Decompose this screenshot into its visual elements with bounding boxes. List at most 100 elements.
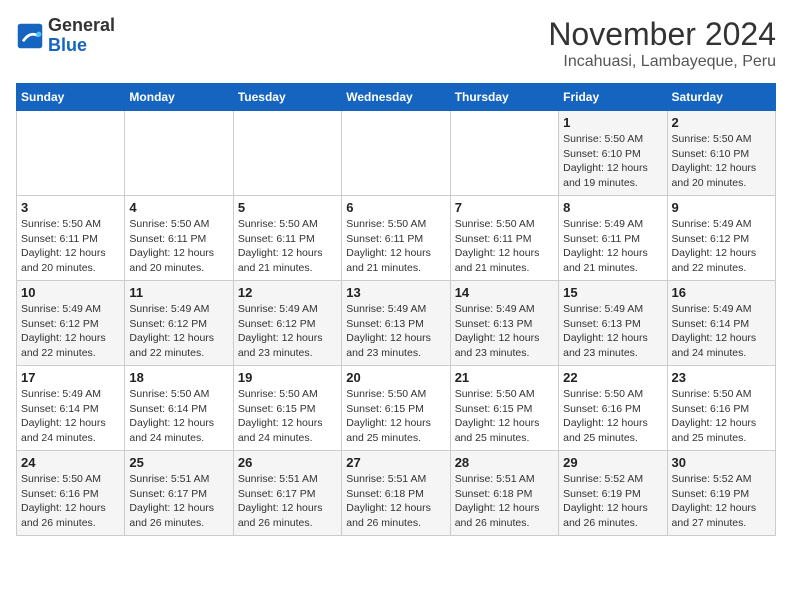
calendar-cell: 20 Sunrise: 5:50 AM Sunset: 6:15 PM Dayli… [342,366,450,451]
day-number: 28 [455,455,554,470]
day-info: Sunrise: 5:50 AM Sunset: 6:10 PM Dayligh… [563,132,662,191]
day-number: 15 [563,285,662,300]
day-info: Sunrise: 5:50 AM Sunset: 6:16 PM Dayligh… [672,387,771,446]
logo-blue: Blue [48,35,87,55]
calendar-cell: 14 Sunrise: 5:49 AM Sunset: 6:13 PM Dayli… [450,281,558,366]
calendar-cell: 26 Sunrise: 5:51 AM Sunset: 6:17 PM Dayli… [233,451,341,536]
day-info: Sunrise: 5:50 AM Sunset: 6:11 PM Dayligh… [21,217,120,276]
weekday-header: Saturday [667,84,775,111]
calendar-cell: 23 Sunrise: 5:50 AM Sunset: 6:16 PM Dayli… [667,366,775,451]
calendar-cell: 16Sunrise: 5:49 AM Sunset: 6:14 PM Dayli… [667,281,775,366]
logo: General Blue [16,16,115,56]
day-info: Sunrise: 5:51 AM Sunset: 6:17 PM Dayligh… [238,472,337,531]
weekday-header: Tuesday [233,84,341,111]
calendar-cell: 18 Sunrise: 5:50 AM Sunset: 6:14 PM Dayli… [125,366,233,451]
calendar-cell: 30 Sunrise: 5:52 AM Sunset: 6:19 PM Dayli… [667,451,775,536]
day-number: 20 [346,370,445,385]
day-number: 29 [563,455,662,470]
day-info: Sunrise: 5:50 AM Sunset: 6:10 PM Dayligh… [672,132,771,191]
logo-icon [16,22,44,50]
day-number: 1 [563,115,662,130]
calendar-cell: 10 Sunrise: 5:49 AM Sunset: 6:12 PM Dayli… [17,281,125,366]
calendar-week-row: 3 Sunrise: 5:50 AM Sunset: 6:11 PM Daylig… [17,196,776,281]
day-number: 16 [672,285,771,300]
day-number: 4 [129,200,228,215]
day-info: Sunrise: 5:51 AM Sunset: 6:18 PM Dayligh… [455,472,554,531]
calendar-cell: 27Sunrise: 5:51 AM Sunset: 6:18 PM Dayli… [342,451,450,536]
calendar-cell: 3 Sunrise: 5:50 AM Sunset: 6:11 PM Daylig… [17,196,125,281]
day-info: Sunrise: 5:52 AM Sunset: 6:19 PM Dayligh… [672,472,771,531]
month-title: November 2024 [548,16,776,53]
day-number: 22 [563,370,662,385]
weekday-header: Wednesday [342,84,450,111]
day-number: 3 [21,200,120,215]
location-title: Incahuasi, Lambayeque, Peru [548,53,776,71]
day-number: 11 [129,285,228,300]
day-info: Sunrise: 5:50 AM Sunset: 6:11 PM Dayligh… [455,217,554,276]
day-number: 18 [129,370,228,385]
day-info: Sunrise: 5:51 AM Sunset: 6:18 PM Dayligh… [346,472,445,531]
weekday-header: Sunday [17,84,125,111]
calendar-week-row: 17Sunrise: 5:49 AM Sunset: 6:14 PM Dayli… [17,366,776,451]
calendar-cell [233,111,341,196]
weekday-header: Monday [125,84,233,111]
calendar-cell: 7 Sunrise: 5:50 AM Sunset: 6:11 PM Daylig… [450,196,558,281]
day-info: Sunrise: 5:50 AM Sunset: 6:16 PM Dayligh… [21,472,120,531]
calendar-cell: 19Sunrise: 5:50 AM Sunset: 6:15 PM Dayli… [233,366,341,451]
page-header: General Blue November 2024 Incahuasi, La… [16,16,776,71]
weekday-header: Thursday [450,84,558,111]
calendar-cell: 4 Sunrise: 5:50 AM Sunset: 6:11 PM Daylig… [125,196,233,281]
day-info: Sunrise: 5:51 AM Sunset: 6:17 PM Dayligh… [129,472,228,531]
day-info: Sunrise: 5:50 AM Sunset: 6:11 PM Dayligh… [346,217,445,276]
day-number: 7 [455,200,554,215]
day-number: 2 [672,115,771,130]
calendar-cell [342,111,450,196]
day-number: 10 [21,285,120,300]
day-number: 13 [346,285,445,300]
day-number: 14 [455,285,554,300]
calendar-cell [125,111,233,196]
calendar-cell: 17Sunrise: 5:49 AM Sunset: 6:14 PM Dayli… [17,366,125,451]
day-info: Sunrise: 5:49 AM Sunset: 6:13 PM Dayligh… [563,302,662,361]
calendar-cell: 11Sunrise: 5:49 AM Sunset: 6:12 PM Dayli… [125,281,233,366]
day-number: 30 [672,455,771,470]
weekday-header: Friday [559,84,667,111]
day-number: 6 [346,200,445,215]
calendar-cell: 9 Sunrise: 5:49 AM Sunset: 6:12 PM Daylig… [667,196,775,281]
calendar-cell: 2 Sunrise: 5:50 AM Sunset: 6:10 PM Daylig… [667,111,775,196]
day-number: 9 [672,200,771,215]
day-info: Sunrise: 5:50 AM Sunset: 6:11 PM Dayligh… [129,217,228,276]
calendar-cell: 5Sunrise: 5:50 AM Sunset: 6:11 PM Daylig… [233,196,341,281]
calendar-cell: 8 Sunrise: 5:49 AM Sunset: 6:11 PM Daylig… [559,196,667,281]
calendar-week-row: 1 Sunrise: 5:50 AM Sunset: 6:10 PM Daylig… [17,111,776,196]
calendar-cell: 28 Sunrise: 5:51 AM Sunset: 6:18 PM Dayli… [450,451,558,536]
day-info: Sunrise: 5:50 AM Sunset: 6:14 PM Dayligh… [129,387,228,446]
title-area: November 2024 Incahuasi, Lambayeque, Per… [548,16,776,71]
calendar-cell: 13 Sunrise: 5:49 AM Sunset: 6:13 PM Dayli… [342,281,450,366]
day-info: Sunrise: 5:49 AM Sunset: 6:11 PM Dayligh… [563,217,662,276]
day-info: Sunrise: 5:50 AM Sunset: 6:15 PM Dayligh… [238,387,337,446]
day-info: Sunrise: 5:49 AM Sunset: 6:13 PM Dayligh… [455,302,554,361]
day-number: 26 [238,455,337,470]
calendar-cell: 1 Sunrise: 5:50 AM Sunset: 6:10 PM Daylig… [559,111,667,196]
calendar-cell: 15 Sunrise: 5:49 AM Sunset: 6:13 PM Dayli… [559,281,667,366]
calendar-cell: 24 Sunrise: 5:50 AM Sunset: 6:16 PM Dayli… [17,451,125,536]
day-number: 24 [21,455,120,470]
calendar-cell: 22Sunrise: 5:50 AM Sunset: 6:16 PM Dayli… [559,366,667,451]
day-number: 8 [563,200,662,215]
day-info: Sunrise: 5:49 AM Sunset: 6:13 PM Dayligh… [346,302,445,361]
calendar-table: SundayMondayTuesdayWednesdayThursdayFrid… [16,83,776,536]
day-info: Sunrise: 5:50 AM Sunset: 6:15 PM Dayligh… [346,387,445,446]
calendar-cell: 6 Sunrise: 5:50 AM Sunset: 6:11 PM Daylig… [342,196,450,281]
calendar-cell [17,111,125,196]
calendar-cell: 12Sunrise: 5:49 AM Sunset: 6:12 PM Dayli… [233,281,341,366]
day-info: Sunrise: 5:49 AM Sunset: 6:12 PM Dayligh… [21,302,120,361]
calendar-week-row: 10 Sunrise: 5:49 AM Sunset: 6:12 PM Dayli… [17,281,776,366]
calendar-cell: 29Sunrise: 5:52 AM Sunset: 6:19 PM Dayli… [559,451,667,536]
day-info: Sunrise: 5:49 AM Sunset: 6:14 PM Dayligh… [21,387,120,446]
calendar-week-row: 24 Sunrise: 5:50 AM Sunset: 6:16 PM Dayli… [17,451,776,536]
day-info: Sunrise: 5:49 AM Sunset: 6:12 PM Dayligh… [672,217,771,276]
day-number: 21 [455,370,554,385]
day-info: Sunrise: 5:49 AM Sunset: 6:12 PM Dayligh… [238,302,337,361]
day-number: 23 [672,370,771,385]
